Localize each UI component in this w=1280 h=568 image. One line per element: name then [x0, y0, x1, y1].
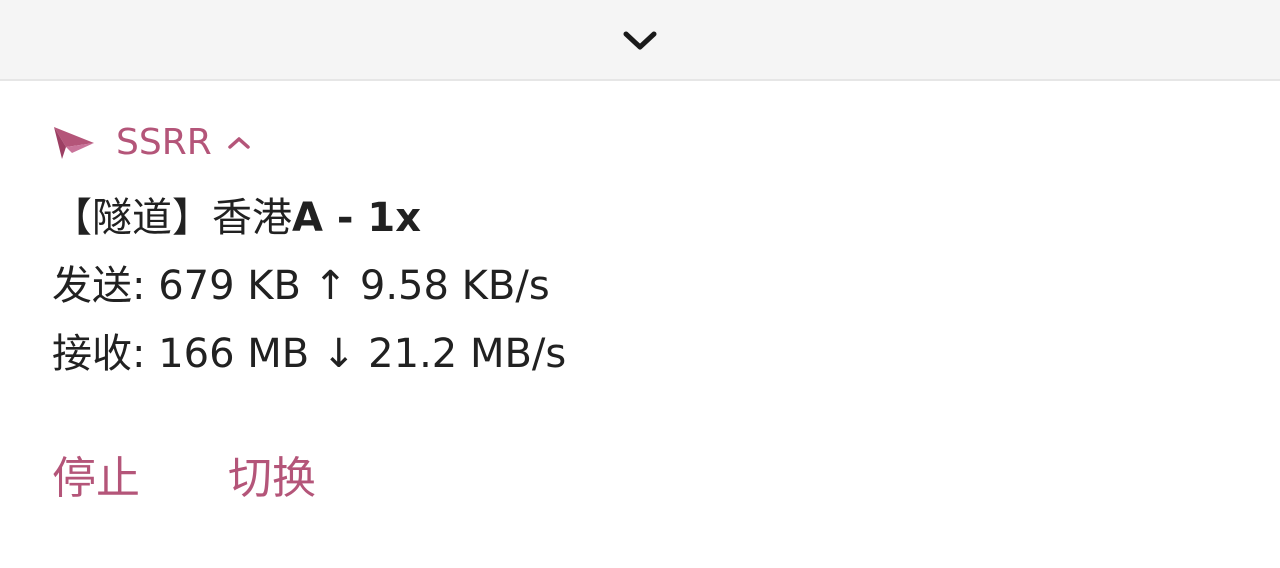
app-name: SSRR: [116, 122, 212, 163]
notification-actions: 停止 切换: [52, 451, 316, 507]
title-suffix: A - 1x: [292, 195, 422, 241]
sent-total: 679 KB: [158, 263, 301, 309]
down-arrow-icon: ↓: [321, 331, 356, 377]
chevron-down-icon: [623, 31, 657, 49]
stop-button[interactable]: 停止: [52, 451, 140, 507]
received-label: 接收:: [52, 331, 146, 377]
up-arrow-icon: ↑: [313, 263, 348, 309]
paper-plane-icon: [52, 125, 96, 161]
collapse-button[interactable]: [610, 10, 670, 70]
ssrr-notification[interactable]: SSRR 【隧道】香港A - 1x 发送: 679 KB ↑ 9.58 KB/s…: [0, 81, 1280, 568]
received-line: 接收: 166 MB ↓ 21.2 MB/s: [52, 328, 566, 380]
notification-header[interactable]: SSRR: [52, 121, 252, 165]
switch-button[interactable]: 切换: [228, 451, 316, 507]
sent-label: 发送:: [52, 263, 146, 309]
chevron-up-icon[interactable]: [226, 130, 252, 156]
title-prefix: 【隧道】香港: [52, 195, 292, 241]
received-speed: 21.2 MB/s: [368, 331, 567, 377]
sent-speed: 9.58 KB/s: [359, 263, 550, 309]
received-total: 166 MB: [158, 331, 310, 377]
notification-shade-header: [0, 0, 1280, 81]
notification-title: 【隧道】香港A - 1x: [52, 192, 421, 244]
sent-line: 发送: 679 KB ↑ 9.58 KB/s: [52, 260, 550, 312]
